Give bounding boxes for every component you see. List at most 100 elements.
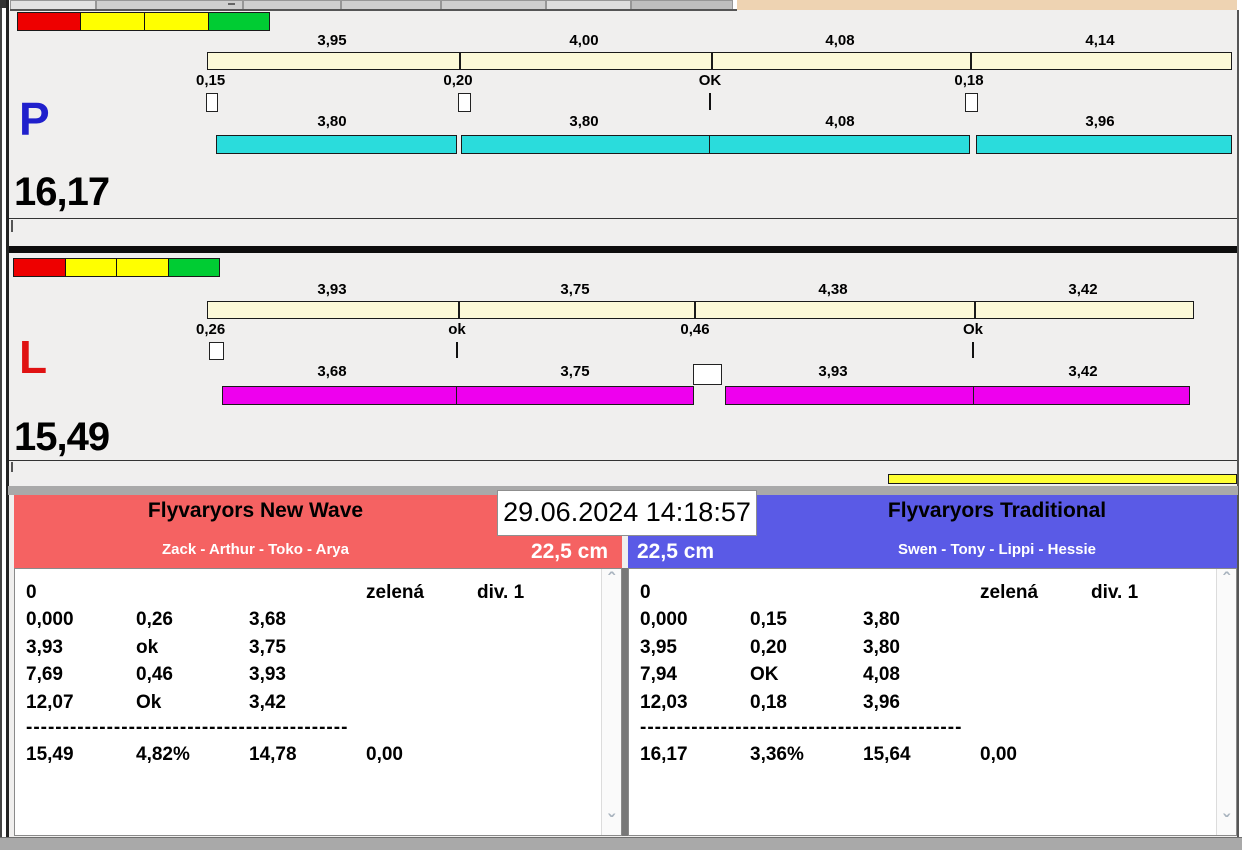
- panel-cell: 3,42: [249, 692, 286, 713]
- right-results-panel: 0 zelená div. 1 0,000 0,15 3,80 3,95 0,20 3,80 7,…: [628, 568, 1237, 836]
- window-strip-segment[interactable]: [243, 0, 341, 9]
- lane-separator-bar: [9, 246, 1237, 253]
- panel-cell: 0,26: [136, 609, 173, 630]
- split-bar-divider: [974, 302, 976, 318]
- gate-tick: [972, 342, 974, 358]
- panel-cell: 3,95: [640, 637, 677, 658]
- panel-cell: OK: [750, 664, 779, 685]
- run-time-label: 3,68: [317, 363, 347, 380]
- window-right-border: [1237, 10, 1239, 837]
- indicator-green-segment: [209, 13, 269, 30]
- panel-cell: 0,000: [26, 609, 74, 630]
- window-strip-segment[interactable]: [631, 0, 733, 9]
- right-jump-height: 22,5 cm: [637, 540, 715, 563]
- gate-label: OK: [698, 72, 722, 89]
- indicator-green-segment: [169, 259, 219, 276]
- split-bar-divider: [459, 53, 461, 69]
- gate-checkbox[interactable]: [209, 342, 224, 360]
- split-time-label: 3,42: [1068, 281, 1098, 298]
- panel-cell: 12,07: [26, 692, 74, 713]
- run-bar-segment: [709, 135, 970, 154]
- run-time-label: 3,96: [1085, 113, 1115, 130]
- section-tick: [11, 462, 13, 472]
- scroll-up-icon[interactable]: ˆ: [602, 571, 621, 591]
- right-team-name: Flyvaryors Traditional: [887, 499, 1107, 522]
- left-results-panel: 0 zelená div. 1 0,000 0,26 3,68 3,93 ok 3,75 7,69…: [14, 568, 622, 836]
- run-bar-segment: [456, 386, 694, 405]
- window-strip-underline: [10, 9, 737, 11]
- gate-label: 0,26: [196, 321, 226, 338]
- flyball-timing-screen: 3,95 4,00 4,08 4,14 0,15 0,20 OK 0,18 3,…: [0, 0, 1242, 850]
- panel-cell: zelená: [366, 582, 425, 603]
- indicator-yellow-segment: [66, 259, 117, 276]
- window-strip-segment[interactable]: [546, 0, 631, 9]
- gate-tick: [456, 342, 458, 358]
- top-tan-strip: [737, 0, 1237, 10]
- minimize-mark-icon: [228, 3, 235, 5]
- split-bar-divider: [694, 302, 696, 318]
- gate-label: Ok: [962, 321, 983, 338]
- lane-l-total-time: 15,49: [14, 415, 110, 459]
- lane-l-split-bar: [207, 301, 1194, 319]
- lane-p-letter: P: [19, 93, 50, 145]
- run-time-label: 4,08: [825, 113, 855, 130]
- panel-cell: div. 1: [477, 582, 525, 603]
- right-panel-scrollbar[interactable]: ˆ ˇ: [1216, 569, 1236, 835]
- lane-p-total-time: 16,17: [14, 170, 110, 214]
- panel-cell: ok: [136, 637, 159, 658]
- left-panel-scrollbar[interactable]: ˆ ˇ: [601, 569, 621, 835]
- gate-checkbox[interactable]: [206, 93, 218, 112]
- run-time-label: 3,80: [569, 113, 599, 130]
- gate-checkbox[interactable]: [458, 93, 471, 112]
- panel-cell: 3,80: [863, 637, 900, 658]
- footer-bar: [0, 837, 1242, 850]
- window-strip-segment[interactable]: [96, 0, 243, 9]
- scroll-up-icon[interactable]: ˆ: [1217, 571, 1236, 591]
- run-bar-segment: [222, 386, 457, 405]
- panel-cell: zelená: [980, 582, 1039, 603]
- section-divider-line: [9, 218, 1237, 219]
- panel-cell: 0,00: [980, 744, 1017, 765]
- split-time-label: 4,14: [1085, 32, 1115, 49]
- panel-cell: div. 1: [1091, 582, 1139, 603]
- lane-p-split-bar: [207, 52, 1232, 70]
- split-time-label: 3,95: [317, 32, 347, 49]
- left-team-members: Zack - Arthur - Toko - Arya: [162, 541, 349, 558]
- panel-cell: 0: [640, 582, 651, 603]
- panel-cell: 4,08: [863, 664, 900, 685]
- gate-checkbox[interactable]: [693, 364, 722, 385]
- gate-label: 0,18: [954, 72, 984, 89]
- scroll-down-icon[interactable]: ˇ: [1217, 813, 1236, 833]
- panel-cell: 15,49: [26, 744, 74, 765]
- split-time-label: 3,93: [317, 281, 347, 298]
- panel-cell: 0: [26, 582, 37, 603]
- gate-checkbox[interactable]: [965, 93, 978, 112]
- panel-cell: 3,96: [863, 692, 900, 713]
- panel-cell: 3,93: [26, 637, 63, 658]
- window-strip-segment[interactable]: [10, 0, 96, 9]
- indicator-yellow-segment: [117, 259, 169, 276]
- split-time-label: 4,00: [569, 32, 599, 49]
- indicator-red-segment: [18, 13, 81, 30]
- panel-cell: 4,82%: [136, 744, 190, 765]
- window-strip-segment[interactable]: [441, 0, 546, 9]
- scroll-down-icon[interactable]: ˇ: [602, 813, 621, 833]
- split-bar-divider: [970, 53, 972, 69]
- panel-cell: 0,15: [750, 609, 787, 630]
- panel-cell: 0,46: [136, 664, 173, 685]
- left-jump-height: 22,5 cm: [530, 540, 608, 563]
- run-time-label: 3,80: [317, 113, 347, 130]
- split-bar-divider: [458, 302, 460, 318]
- window-strip-segment[interactable]: [341, 0, 441, 9]
- panel-cell: 0,00: [366, 744, 403, 765]
- split-time-label: 4,08: [825, 32, 855, 49]
- panel-cell: 15,64: [863, 744, 911, 765]
- panel-cell: Ok: [136, 692, 162, 713]
- panel-cell: 3,93: [249, 664, 286, 685]
- indicator-yellow-segment: [81, 13, 145, 30]
- lane-l-status-indicator: [13, 258, 220, 277]
- split-time-label: 4,38: [818, 281, 848, 298]
- run-bar-segment: [725, 386, 974, 405]
- panel-cell: 0,20: [750, 637, 787, 658]
- right-team-members: Swen - Tony - Lippi - Hessie: [897, 541, 1097, 558]
